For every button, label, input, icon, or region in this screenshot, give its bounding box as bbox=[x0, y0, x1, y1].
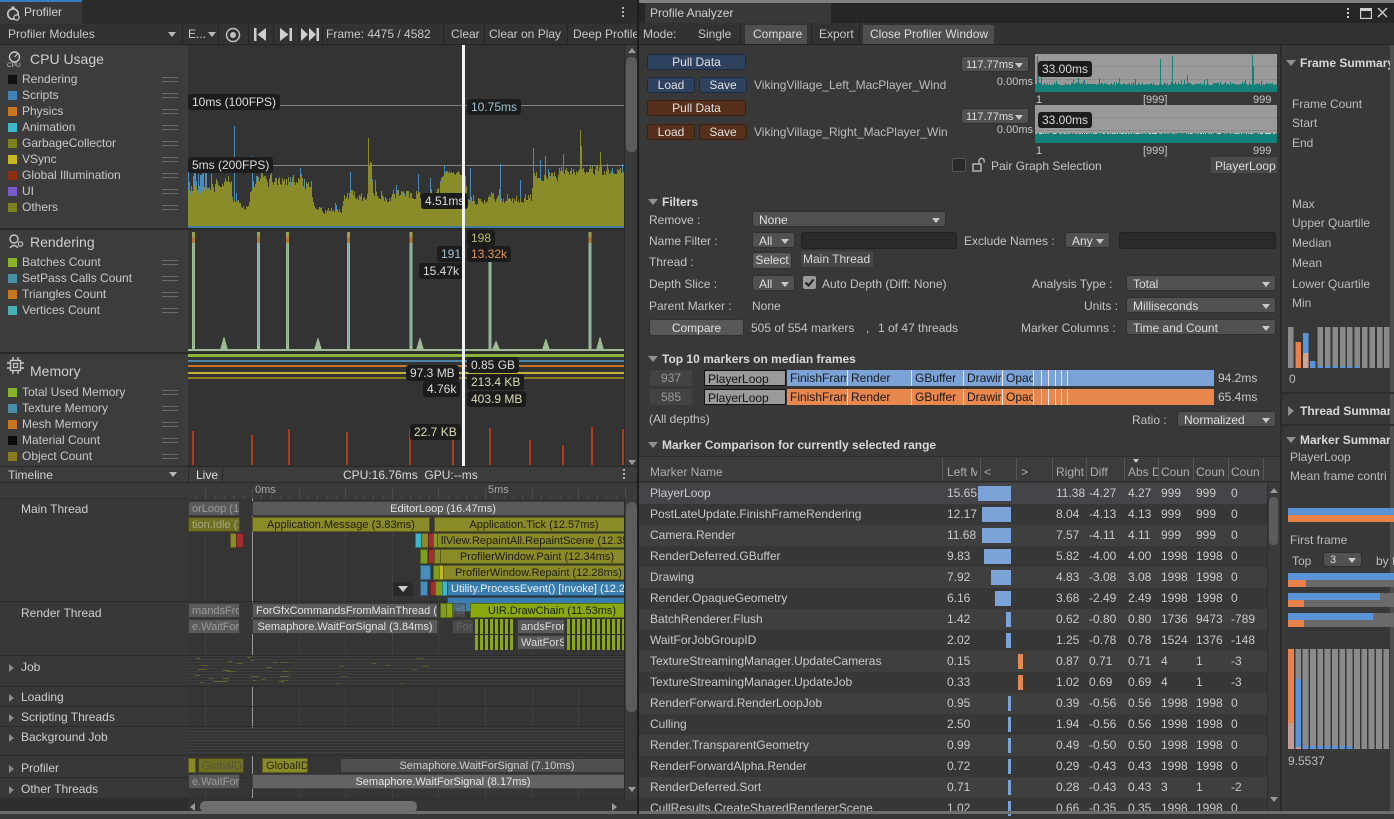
svg-text:CPU: CPU bbox=[7, 62, 21, 67]
